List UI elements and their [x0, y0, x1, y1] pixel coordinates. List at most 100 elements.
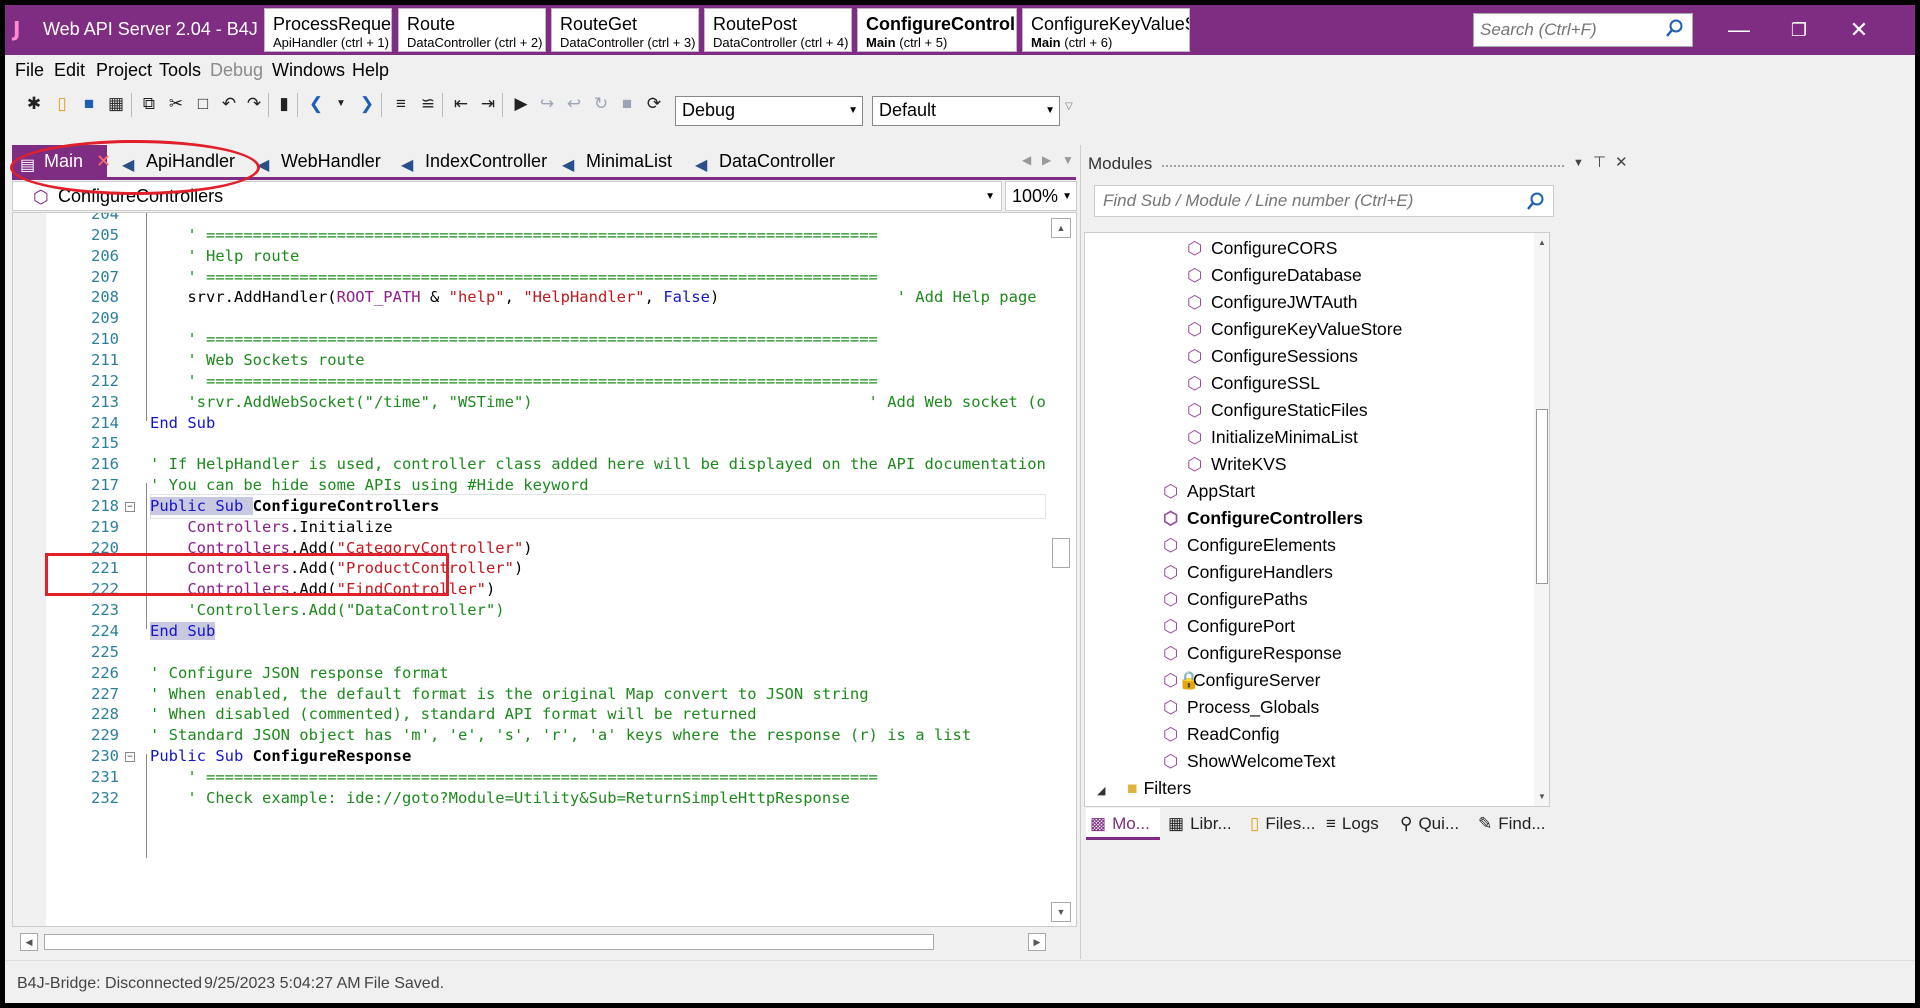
menu-help[interactable]: Help [352, 60, 389, 81]
module-tree-item[interactable]: ⬡ WriteKVS [1187, 451, 1287, 478]
pin-icon[interactable]: ⊤ [1593, 153, 1606, 171]
module-tree-item[interactable]: ⬡ ConfigureCORS [1187, 235, 1337, 262]
module-tree[interactable]: ▲ ▼ ⬡ ConfigureCORS ⬡ ConfigureDatabase ⬡ Con… [1084, 232, 1550, 807]
step-over-icon[interactable]: ↪ [536, 93, 558, 115]
toolbar-overflow-icon[interactable]: ▽ [1065, 101, 1073, 112]
module-tree-item[interactable]: ◢ ■ Filters [1097, 775, 1191, 802]
minimize-button[interactable]: — [1724, 15, 1754, 45]
tab-list-icon[interactable]: ▼ [1062, 153, 1074, 167]
fold-toggle-icon[interactable]: − [125, 752, 135, 763]
module-tree-item[interactable]: ⬡ ConfigureHandlers [1163, 559, 1333, 586]
menu-project[interactable]: Project [96, 60, 152, 81]
scroll-right-icon[interactable]: ▶ [1028, 933, 1046, 951]
tab-webhandler[interactable]: ◀ WebHandler [249, 145, 389, 177]
scroll-thumb[interactable] [44, 934, 934, 950]
module-tree-item[interactable]: ⬡ ConfigurePort [1163, 613, 1295, 640]
scroll-thumb[interactable] [1536, 409, 1548, 584]
module-tree-item[interactable]: ⬡ ConfigureSSL [1187, 370, 1320, 397]
tree-scrollbar[interactable]: ▲ ▼ [1534, 233, 1549, 806]
restart-icon[interactable]: ⟳ [643, 93, 665, 115]
module-tree-item[interactable]: ⬡ AppStart [1163, 478, 1255, 505]
comment-block-icon[interactable]: ≡ [390, 93, 412, 115]
copy-icon[interactable]: ⧉ [138, 93, 160, 115]
quick-tab-processrequest[interactable]: ProcessRequest ApiHandler (ctrl + 1) [264, 8, 392, 52]
undo-icon[interactable]: ↶ [218, 93, 240, 115]
module-tree-item[interactable]: ⬡ ConfigureSessions [1187, 343, 1358, 370]
module-tree-item[interactable]: ⬡ ReadConfig [1163, 721, 1279, 748]
quick-tab-routepost[interactable]: RoutePost DataController (ctrl + 4) [704, 8, 852, 52]
tab-quick-search[interactable]: ⚲ Qui... [1396, 808, 1463, 840]
module-tree-item[interactable]: ⬡ InitializeMinimaList [1187, 424, 1358, 451]
stop-icon[interactable]: ■ [616, 93, 638, 115]
search-icon[interactable] [1666, 19, 1684, 39]
quick-tab-route[interactable]: Route DataController (ctrl + 2) [398, 8, 546, 52]
tab-scroll-right-icon[interactable]: ▶ [1042, 153, 1051, 167]
code-line[interactable]: 232 ' Check example: ide://goto?Module=U… [46, 786, 1046, 812]
editor-horizontal-scrollbar[interactable]: ◀ ▶ [12, 927, 1077, 957]
open-folder-icon[interactable]: ▯ [51, 93, 73, 115]
module-tree-item[interactable]: ⬡ Process_Globals [1163, 694, 1319, 721]
tab-modules[interactable]: ▩ Mo... [1086, 808, 1160, 840]
scroll-up-icon[interactable]: ▲ [1051, 218, 1071, 238]
zoom-selector[interactable]: 100% ▼ [1005, 181, 1077, 211]
bookmark-icon[interactable]: ▮ [273, 93, 295, 115]
module-tree-item[interactable]: ⬡ ConfigureResponse [1163, 640, 1342, 667]
navigate-forward-icon[interactable]: ❯ [356, 93, 378, 115]
scroll-down-icon[interactable]: ▼ [1051, 902, 1071, 922]
save-icon[interactable]: ■ [78, 93, 100, 115]
module-tree-item[interactable]: ⬡ ConfigureElements [1163, 532, 1336, 559]
quick-tab-routeget[interactable]: RouteGet DataController (ctrl + 3) [551, 8, 699, 52]
module-find-box[interactable] [1094, 185, 1554, 217]
navigate-back-icon[interactable]: ❮ [305, 93, 327, 115]
module-tree-item[interactable]: ⬡🔒ConfigureServer [1163, 667, 1320, 694]
module-tree-item[interactable]: ⬡ ConfigureKeyValueStore [1187, 316, 1402, 343]
search-icon[interactable] [1527, 192, 1545, 212]
outdent-icon[interactable]: ⇤ [450, 93, 472, 115]
tab-indexcontroller[interactable]: ◀ IndexController [393, 145, 555, 177]
tab-find[interactable]: ✎ Find... [1474, 808, 1550, 840]
tab-libraries[interactable]: ▦ Libr... [1164, 808, 1236, 840]
tab-files[interactable]: ▯ Files... [1246, 808, 1319, 840]
redo-icon[interactable]: ↷ [243, 93, 265, 115]
find-sub-input[interactable] [1095, 186, 1505, 216]
close-panel-icon[interactable]: ✕ [1615, 153, 1628, 171]
step-out-icon[interactable]: ↻ [590, 93, 612, 115]
menu-tools[interactable]: Tools [159, 60, 201, 81]
export-icon[interactable]: ▦ [105, 93, 127, 115]
target-select[interactable]: Default ▼ [872, 96, 1060, 126]
paste-icon[interactable]: □ [192, 93, 214, 115]
tab-scroll-left-icon[interactable]: ◀ [1022, 153, 1031, 167]
scroll-left-icon[interactable]: ◀ [20, 933, 38, 951]
close-button[interactable]: ✕ [1844, 15, 1874, 45]
tab-datacontroller[interactable]: ◀ DataController [687, 145, 843, 177]
menu-edit[interactable]: Edit [54, 60, 85, 81]
indent-icon[interactable]: ⇥ [477, 93, 499, 115]
module-tree-item[interactable]: ⬡ ConfigureDatabase [1187, 262, 1362, 289]
search-input[interactable] [1474, 14, 1654, 46]
module-tree-item[interactable]: ⬡ ConfigurePaths [1163, 586, 1308, 613]
menu-file[interactable]: File [15, 60, 44, 81]
module-tree-item[interactable]: ⬡ ConfigureControllers [1163, 505, 1363, 532]
build-config-select[interactable]: Debug ▼ [675, 96, 863, 126]
cut-icon[interactable]: ✂ [165, 93, 187, 115]
restore-button[interactable]: ❐ [1784, 15, 1814, 45]
new-project-icon[interactable]: ✱ [23, 93, 45, 115]
menu-debug[interactable]: Debug [210, 60, 263, 81]
fold-toggle-icon[interactable]: − [125, 501, 135, 512]
module-tree-item[interactable]: ⬡ ConfigureJWTAuth [1187, 289, 1358, 316]
scroll-up-icon[interactable]: ▲ [1534, 235, 1549, 251]
step-into-icon[interactable]: ↩ [563, 93, 585, 115]
quick-tab-configurecontrollers[interactable]: ConfigureControllers Main (ctrl + 5) [857, 8, 1017, 52]
tab-minimalist[interactable]: ◀ MinimaList [554, 145, 680, 177]
back-dropdown-icon[interactable]: ▼ [330, 93, 352, 115]
quick-tab-configurekeyvaluestore[interactable]: ConfigureKeyValueStore Main (ctrl + 6) [1022, 8, 1190, 52]
scroll-down-icon[interactable]: ▼ [1534, 789, 1549, 805]
panel-menu-icon[interactable]: ▼ [1573, 157, 1584, 169]
menu-windows[interactable]: Windows [272, 60, 345, 81]
tab-logs[interactable]: ≡ Logs [1322, 808, 1383, 840]
scroll-thumb[interactable] [1052, 538, 1070, 568]
editor-vertical-scrollbar[interactable]: ▲ ▼ [1046, 213, 1076, 926]
run-icon[interactable]: ▶ [510, 93, 532, 115]
module-tree-item[interactable]: ⬡ ShowWelcomeText [1163, 748, 1336, 775]
global-search[interactable] [1473, 13, 1693, 47]
